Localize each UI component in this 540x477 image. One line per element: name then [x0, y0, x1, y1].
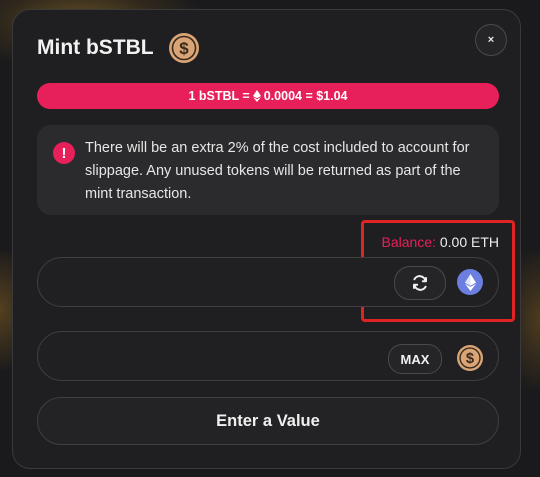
ethereum-icon — [252, 90, 261, 102]
svg-text:$: $ — [179, 39, 189, 58]
rate-usd: = $1.04 — [305, 89, 348, 103]
balance-value: 0.00 ETH — [439, 234, 499, 250]
close-icon: × — [487, 34, 495, 46]
ethereum-icon — [464, 273, 476, 291]
exclamation-icon: ! — [53, 142, 75, 164]
balance-label: Balance: — [381, 234, 436, 250]
modal-title: Mint bSTBL — [37, 36, 154, 59]
swap-refresh-icon — [413, 275, 427, 291]
eth-amount-input[interactable] — [56, 270, 380, 296]
mint-modal: Mint bSTBL $ × 1 bSTBL = 0.0004 = $1.04 … — [12, 9, 521, 469]
bstbl-amount-field: MAX $ — [37, 331, 499, 381]
max-button[interactable]: MAX — [388, 344, 442, 374]
eth-balance: Balance: 0.00 ETH — [375, 234, 499, 250]
eth-amount-field — [37, 257, 499, 307]
bstbl-amount-input[interactable] — [56, 344, 380, 370]
rate-eth-amount: 0.0004 — [263, 89, 302, 103]
ethereum-token-icon — [457, 269, 483, 295]
close-button[interactable]: × — [475, 24, 507, 56]
dollar-coin-icon: $ — [457, 345, 483, 371]
enter-value-button[interactable]: Enter a Value — [37, 397, 499, 445]
swap-button[interactable] — [394, 266, 446, 300]
dollar-coin-icon: $ — [169, 33, 199, 63]
svg-text:$: $ — [466, 351, 474, 367]
exchange-rate-bar: 1 bSTBL = 0.0004 = $1.04 — [37, 83, 499, 109]
slippage-notice: ! There will be an extra 2% of the cost … — [37, 125, 499, 215]
notice-text: There will be an extra 2% of the cost in… — [85, 140, 470, 202]
rate-prefix: 1 bSTBL = — [188, 89, 250, 103]
